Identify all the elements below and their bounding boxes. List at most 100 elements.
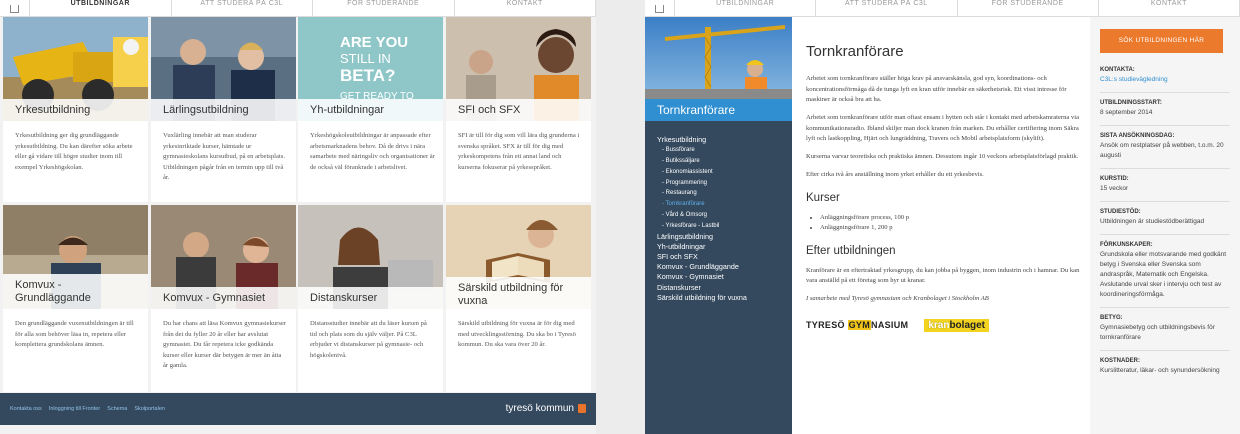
card-image: Särskild utbildning för vuxna (446, 205, 591, 309)
sidebar-item-komvux-gymnasiet[interactable]: Komvux - Gymnasiet (657, 272, 792, 282)
page-title: Tornkranförare (806, 43, 904, 60)
tab-for-studerande[interactable]: FÖR STUDERANDE (313, 0, 455, 16)
info-label: KONTAKTA: (1100, 67, 1135, 73)
certificate-paragraph: Efter cirka två års anställning inom yrk… (806, 171, 984, 178)
course-detail-page: UTBILDNINGAR ATT STUDERA PÅ C3L FÖR STUD… (645, 0, 1240, 434)
tab-att-studera[interactable]: ATT STUDERA PÅ C3L (172, 0, 313, 16)
footer-link-schema[interactable]: Schema (107, 406, 127, 412)
card-title: Lärlingsutbildning (151, 99, 296, 121)
card-sarskild-utbildning[interactable]: Särskild utbildning för vuxna Särskild u… (446, 205, 591, 392)
card-description: Vuxlärling innebär att man studerar yrke… (163, 132, 285, 181)
card-komvux-grundlaggande[interactable]: Komvux - Grundläggande Den grundläggande… (3, 205, 148, 392)
sidebar-item-programmering[interactable]: - Programmering (657, 178, 792, 189)
sidebar-item-sfi-sfx[interactable]: SFI och SFX (657, 252, 792, 262)
card-description: Yrkesutbildning ger dig grundläggande yr… (15, 132, 133, 171)
top-navigation: UTBILDNINGAR ATT STUDERA PÅ C3L FÖR STUD… (645, 0, 1240, 17)
info-label: SISTA ANSÖKNINGSDAG: (1100, 133, 1175, 139)
card-image: Lärlingsutbildning (151, 17, 296, 121)
courses-heading: Kurser (806, 191, 840, 204)
tab-utbildningar[interactable]: UTBILDNINGAR (30, 0, 172, 16)
info-label: BETYG: (1100, 315, 1123, 321)
sidebar-item-restaurang[interactable]: - Restaurang (657, 188, 792, 199)
info-value: 8 september 2014 (1100, 109, 1153, 116)
sidebar-hero-title: Tornkranförare (645, 99, 792, 121)
kommun-emblem-icon (578, 404, 586, 413)
sidebar-item-bussforare[interactable]: - Bussförare (657, 145, 792, 156)
section-sidebar: Tornkranförare Yrkesutbildning - Bussför… (645, 17, 792, 434)
sidebar-item-tornkranforare[interactable]: - Tornkranförare (657, 199, 792, 210)
card-description: Den grundläggande vuxenutbildningen är t… (15, 320, 134, 348)
footer-links: Kontakta oss Inloggning till Fronter Sch… (10, 406, 165, 412)
card-title: Distanskurser (298, 287, 443, 309)
card-image: ARE YOU STILL IN BETA? GET READY TO Yh-u… (298, 17, 443, 121)
sidebar-item-yh-utbildningar[interactable]: Yh-utbildningar (657, 242, 792, 252)
course-list: Anläggningsförare process, 100 p Anläggn… (820, 213, 1089, 234)
sidebar-item-vard-omsorg[interactable]: - Vård & Omsorg (657, 210, 792, 221)
tyreso-kommun-logo[interactable]: tyresö kommun (506, 403, 586, 414)
sidebar-item-ekonomiassistent[interactable]: - Ekonomiassistent (657, 167, 792, 178)
sidebar-item-distanskurser[interactable]: Distanskurser (657, 283, 792, 293)
footer-link-kontakta[interactable]: Kontakta oss (10, 406, 42, 412)
course-item: Anläggningsförare 1, 200 p (820, 223, 1089, 234)
card-komvux-gymnasiet[interactable]: Komvux - Gymnasiet Du har chans att läsa… (151, 205, 296, 392)
tab-utbildningar[interactable]: UTBILDNINGAR (675, 0, 817, 16)
home-icon[interactable] (0, 0, 30, 16)
top-navigation: UTBILDNINGAR ATT STUDERA PÅ C3L FÖR STUD… (0, 0, 596, 17)
info-utbildningsstart: UTBILDNINGSSTART: 8 september 2014 (1100, 99, 1230, 126)
sidebar-item-sarskild-utbildning[interactable]: Särskild utbildning för vuxna (657, 293, 792, 303)
sidebar-item-komvux-grundlaggande[interactable]: Komvux - Grundläggande (657, 262, 792, 272)
info-value: Utbildningen är studiestödberättigad (1100, 218, 1205, 225)
after-education-paragraph: Kranförare är en eftertraktad yrkesgrupp… (806, 266, 1080, 285)
card-larlingsutbildning[interactable]: Lärlingsutbildning Vuxlärling innebär at… (151, 17, 296, 202)
tab-att-studera[interactable]: ATT STUDERA PÅ C3L (816, 0, 958, 16)
studievagledning-link[interactable]: C3L:s studievägledning (1100, 75, 1230, 85)
card-yrkesutbildning[interactable]: Yrkesutbildning Yrkesutbildning ger dig … (3, 17, 148, 202)
info-label: FÖRKUNSKAPER: (1100, 242, 1153, 248)
info-studiestod: STUDIESTÖD: Utbildningen är studiestödbe… (1100, 208, 1230, 235)
card-title: Komvux - Grundläggande (3, 274, 148, 309)
card-description: Särskild utbildning för vuxna är för dig… (458, 320, 576, 348)
info-kurstid: KURSTID: 15 veckor (1100, 175, 1230, 202)
kranbolaget-logo[interactable]: kranbolaget (924, 318, 990, 332)
footer-link-fronter[interactable]: Inloggning till Fronter (49, 406, 100, 412)
sidebar-nav: Yrkesutbildning - Bussförare - Butikssäl… (645, 121, 792, 303)
info-label: UTBILDNINGSSTART: (1100, 100, 1162, 106)
sidebar-item-larlingsutbildning[interactable]: Lärlingsutbildning (657, 232, 792, 242)
partnership-note: I samarbete med Tyresö gymnasium och Kra… (806, 295, 989, 302)
card-description: Yrkeshögskoleutbildningar är anpassade e… (310, 132, 435, 171)
info-label: KOSTNADER: (1100, 358, 1140, 364)
apply-button[interactable]: SÖK UTBILDNINGEN HÄR (1100, 29, 1223, 53)
info-forkunskaper: FÖRKUNSKAPER: Grundskola eller motsvaran… (1100, 241, 1230, 308)
card-distanskurser[interactable]: Distanskurser Distansstudier innebär att… (298, 205, 443, 392)
beta-text-1: ARE YOU (340, 34, 408, 51)
brand-name: tyresö kommun (505, 403, 574, 414)
courses-paragraph: Kurserna varvar teoretiska och praktiska… (806, 153, 1079, 160)
card-description: Du har chans att läsa Komvux gymnasiekur… (163, 320, 287, 369)
info-value: 15 veckor (1100, 185, 1129, 192)
home-icon[interactable] (645, 0, 675, 16)
site-footer: Kontakta oss Inloggning till Fronter Sch… (0, 393, 596, 425)
card-image: SFI och SFX (446, 17, 591, 121)
course-item: Anläggningsförare process, 100 p (820, 213, 1089, 224)
info-value: Gymnasiebetyg och utbildningsbevis för t… (1100, 324, 1215, 341)
sidebar-item-yrkesutbildning[interactable]: Yrkesutbildning (657, 135, 792, 145)
info-betyg: BETYG: Gymnasiebetyg och utbildningsbevi… (1100, 314, 1230, 351)
sidebar-item-butikssaljare[interactable]: - Butikssäljare (657, 156, 792, 167)
after-education-heading: Efter utbildningen (806, 244, 896, 257)
card-yh-utbildningar[interactable]: ARE YOU STILL IN BETA? GET READY TO Yh-u… (298, 17, 443, 202)
info-kostnader: KOSTNADER: Kurslitteratur, läkar- och sy… (1100, 357, 1230, 383)
tab-kontakt[interactable]: KONTAKT (455, 0, 596, 16)
sidebar-item-yrkesforare-lastbil[interactable]: - Yrkesförare - Lastbil (657, 221, 792, 232)
tyreso-gymnasium-logo[interactable]: TYRESÖ GYMNASIUM (806, 320, 908, 330)
info-kontakta: KONTAKTA: C3L:s studievägledning (1100, 66, 1230, 93)
footer-link-skolportalen[interactable]: Skolportalen (134, 406, 165, 412)
info-label: STUDIESTÖD: (1100, 209, 1141, 215)
education-overview-page: UTBILDNINGAR ATT STUDERA PÅ C3L FÖR STUD… (0, 0, 596, 434)
tab-for-studerande[interactable]: FÖR STUDERANDE (958, 0, 1099, 16)
card-sfi-sfx[interactable]: SFI och SFX SFI är till för dig som vill… (446, 17, 591, 202)
card-title: Yh-utbildningar (298, 99, 443, 121)
beta-text-2: STILL IN (340, 51, 391, 66)
tab-kontakt[interactable]: KONTAKT (1099, 0, 1240, 16)
info-sista-ansokningsdag: SISTA ANSÖKNINGSDAG: Ansök om restplatse… (1100, 132, 1230, 169)
sidebar-hero: Tornkranförare (645, 17, 792, 121)
